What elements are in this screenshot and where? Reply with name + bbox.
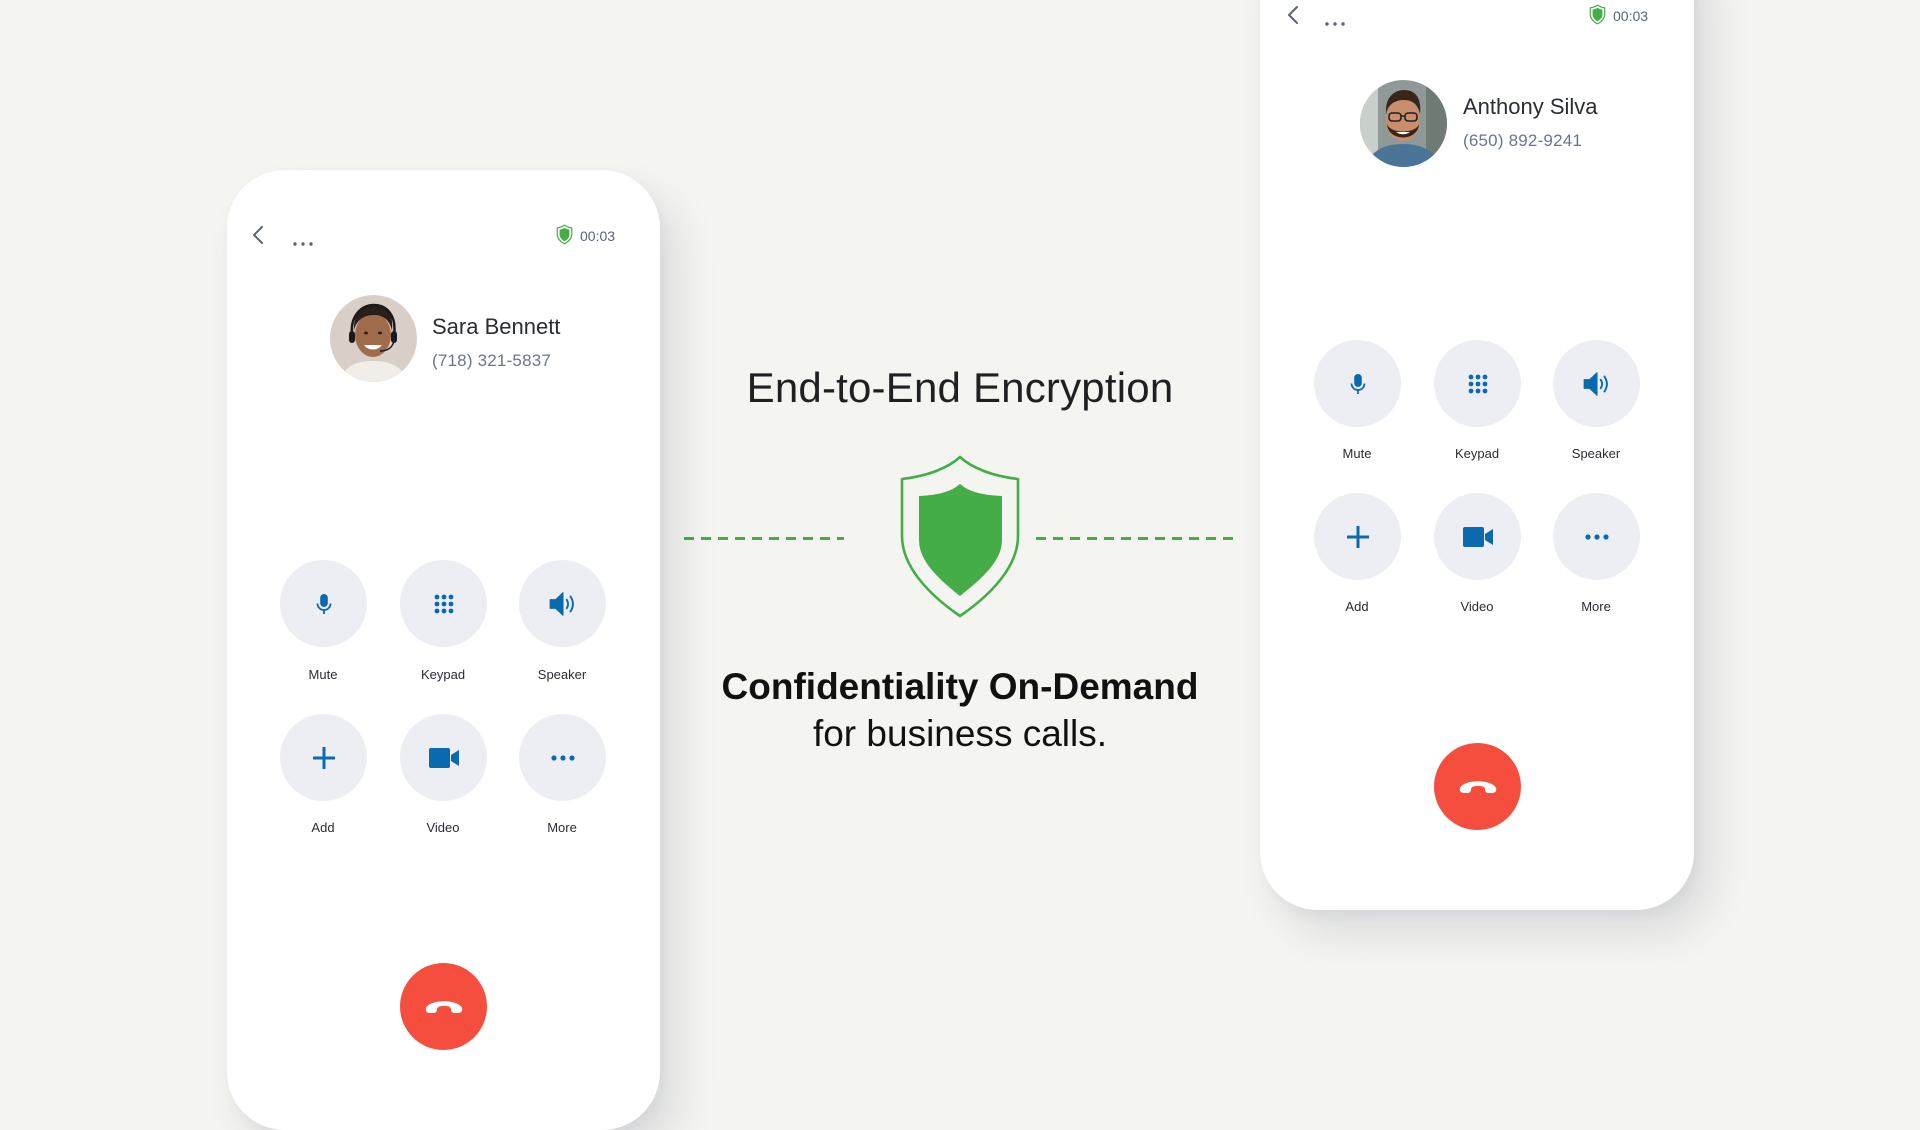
- add-label: Add: [1345, 599, 1369, 614]
- keypad-label: Keypad: [1454, 446, 1500, 461]
- avatar: [330, 295, 417, 382]
- add-label: Add: [311, 820, 335, 835]
- microphone-icon: [1346, 370, 1370, 398]
- mute-button[interactable]: [1314, 340, 1401, 427]
- more-options-button[interactable]: [519, 714, 606, 801]
- dashed-connector-left: [684, 537, 844, 540]
- video-button[interactable]: [400, 714, 487, 801]
- video-label: Video: [426, 820, 460, 835]
- more-label: More: [547, 820, 577, 835]
- encryption-shield-icon: [556, 224, 573, 250]
- header-more-button[interactable]: [1325, 13, 1345, 31]
- plus-icon: [1346, 525, 1370, 549]
- keypad-icon: [1466, 372, 1490, 396]
- more-label: More: [1581, 599, 1611, 614]
- speaker-button[interactable]: [1553, 340, 1640, 427]
- add-call-button[interactable]: [280, 714, 367, 801]
- phone-call-screen-right: 00:03 Anthony Silva (650) 892-9241 Mute …: [1260, 0, 1694, 910]
- keypad-button[interactable]: [400, 560, 487, 647]
- end-call-button[interactable]: [400, 963, 487, 1050]
- header-more-button[interactable]: [293, 233, 313, 251]
- speaker-button[interactable]: [519, 560, 606, 647]
- more-dots-icon: [1585, 534, 1609, 540]
- mute-label: Mute: [308, 667, 338, 682]
- keypad-label: Keypad: [420, 667, 466, 682]
- back-button[interactable]: [252, 225, 264, 245]
- back-button[interactable]: [1287, 5, 1299, 25]
- video-button[interactable]: [1434, 493, 1521, 580]
- contact-name: Sara Bennett: [432, 314, 561, 339]
- video-camera-icon: [428, 747, 460, 769]
- shield-icon: [898, 454, 1022, 625]
- encryption-shield-icon: [1589, 4, 1606, 30]
- add-call-button[interactable]: [1314, 493, 1401, 580]
- avatar: [1360, 80, 1447, 167]
- video-camera-icon: [1462, 526, 1494, 548]
- video-label: Video: [1460, 599, 1494, 614]
- speaker-label: Speaker: [537, 667, 587, 682]
- more-options-button[interactable]: [1553, 493, 1640, 580]
- tagline-title: Confidentiality On-Demand: [721, 666, 1199, 707]
- speaker-icon: [548, 591, 578, 617]
- mute-label: Mute: [1342, 446, 1372, 461]
- call-timer: 00:03: [580, 228, 616, 244]
- contact-name: Anthony Silva: [1463, 94, 1598, 119]
- keypad-button[interactable]: [1434, 340, 1521, 427]
- tagline-subtitle: for business calls.: [812, 713, 1108, 754]
- dashed-connector-right: [1036, 537, 1238, 540]
- microphone-icon: [312, 590, 336, 618]
- end-call-button[interactable]: [1434, 743, 1521, 830]
- plus-icon: [312, 746, 336, 770]
- speaker-icon: [1582, 371, 1612, 397]
- hang-up-icon: [1458, 778, 1498, 796]
- headline: End-to-End Encryption: [746, 364, 1174, 411]
- call-timer: 00:03: [1613, 8, 1649, 24]
- keypad-icon: [432, 592, 456, 616]
- contact-phone-number: (718) 321-5837: [432, 351, 552, 370]
- phone-call-screen-left: 00:03 Sara Bennett (718) 321-5837 Mute K…: [227, 170, 660, 1130]
- contact-phone-number: (650) 892-9241: [1463, 131, 1583, 150]
- speaker-label: Speaker: [1571, 446, 1621, 461]
- hang-up-icon: [424, 998, 464, 1016]
- more-dots-icon: [551, 755, 575, 761]
- mute-button[interactable]: [280, 560, 367, 647]
